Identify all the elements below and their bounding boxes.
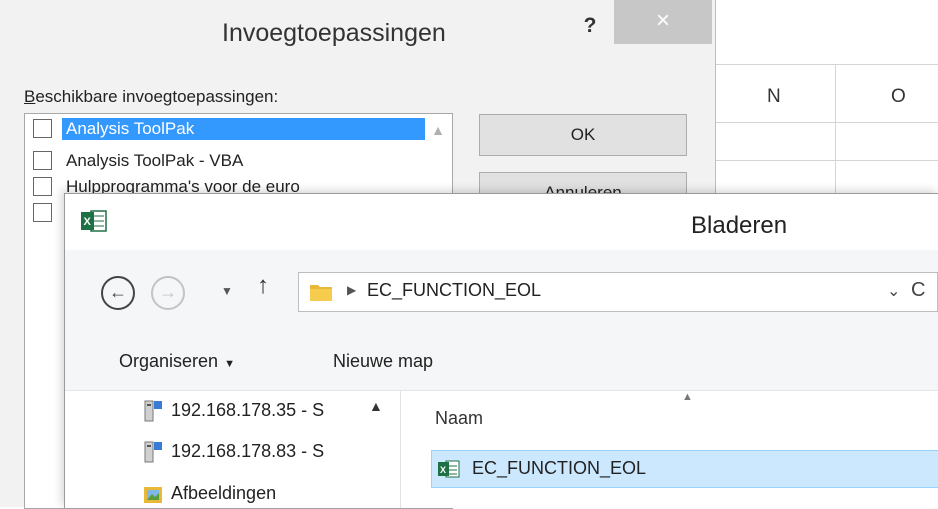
forward-arrow-icon[interactable]: → — [151, 276, 185, 310]
excel-icon: X — [81, 210, 107, 232]
back-arrow-icon[interactable]: ← — [101, 276, 135, 310]
svg-text:X: X — [440, 465, 446, 475]
new-folder-button[interactable]: Nieuwe map — [333, 351, 433, 372]
dialog-title: Invoegtoepassingen — [222, 19, 446, 47]
nav-item-label: Afbeeldingen — [171, 483, 277, 503]
organize-label: Organiseren — [119, 351, 219, 371]
scroll-up-icon[interactable]: ▲ — [369, 398, 383, 414]
chevron-down-icon[interactable]: ⌄ — [887, 281, 900, 301]
checkbox[interactable] — [33, 119, 52, 138]
recent-locations-dropdown-icon[interactable]: ▼ — [221, 284, 233, 298]
file-list[interactable]: ▲ Naam X EC_FUNCTION_EOL — [401, 391, 938, 508]
scroll-up-icon[interactable]: ▲ — [428, 122, 448, 142]
help-button[interactable]: ? — [576, 10, 604, 42]
navigation-pane[interactable]: 192.168.178.35 - S 192.168.178.83 - S Af… — [65, 391, 400, 508]
accesskey-letter: B — [24, 87, 36, 106]
svg-text:X: X — [84, 216, 92, 228]
grid-line — [715, 64, 938, 65]
available-addins-label-text: eschikbare invoegtoepassingen: — [35, 87, 279, 106]
breadcrumb-separator-icon: ▶ — [347, 283, 357, 297]
dialog-title: Bladeren — [691, 212, 788, 239]
available-addins-label: Beschikbare invoegtoepassingen: — [24, 87, 278, 107]
list-item-label: Analysis ToolPak — [62, 118, 425, 140]
column-header-n[interactable]: N — [767, 86, 781, 108]
caret-down-icon: ▼ — [224, 358, 235, 370]
network-drive-icon — [144, 441, 162, 463]
network-drive-icon — [144, 400, 162, 422]
address-bar[interactable]: ▶ EC_FUNCTION_EOL ⌄ C — [298, 272, 938, 312]
refresh-icon[interactable]: C — [911, 279, 925, 302]
column-header-name[interactable]: Naam — [435, 408, 483, 429]
excel-file-icon: X — [438, 460, 460, 478]
command-bar: Organiseren ▼ Nieuwe map — [65, 334, 938, 391]
title-bar: X Bladeren — [65, 194, 938, 250]
nav-item-label: 192.168.178.83 - S — [171, 441, 325, 461]
folder-icon — [310, 285, 332, 301]
file-row[interactable]: X EC_FUNCTION_EOL — [431, 450, 938, 488]
up-arrow-icon[interactable]: ↑ — [257, 272, 269, 300]
organize-menu[interactable]: Organiseren ▼ — [119, 351, 235, 372]
nav-item-label: 192.168.178.35 - S — [171, 400, 325, 420]
browse-dialog: X Bladeren ← → ▼ ↑ ▶ EC_FUNCTION_EOL ⌄ C… — [64, 193, 938, 508]
grid-line — [715, 160, 938, 161]
grid-line — [715, 122, 938, 123]
checkbox[interactable] — [33, 203, 52, 222]
close-button[interactable]: × — [614, 0, 712, 44]
checkbox[interactable] — [33, 177, 52, 196]
checkbox[interactable] — [33, 151, 52, 170]
sort-ascending-icon: ▲ — [682, 391, 693, 403]
list-item-label: Analysis ToolPak - VBA — [66, 151, 244, 170]
pictures-folder-icon — [144, 487, 162, 503]
grid-line — [835, 64, 836, 194]
column-header-o[interactable]: O — [891, 86, 906, 108]
file-name: EC_FUNCTION_EOL — [472, 458, 647, 478]
ok-button[interactable]: OK — [479, 114, 687, 156]
address-path[interactable]: EC_FUNCTION_EOL — [367, 280, 541, 301]
